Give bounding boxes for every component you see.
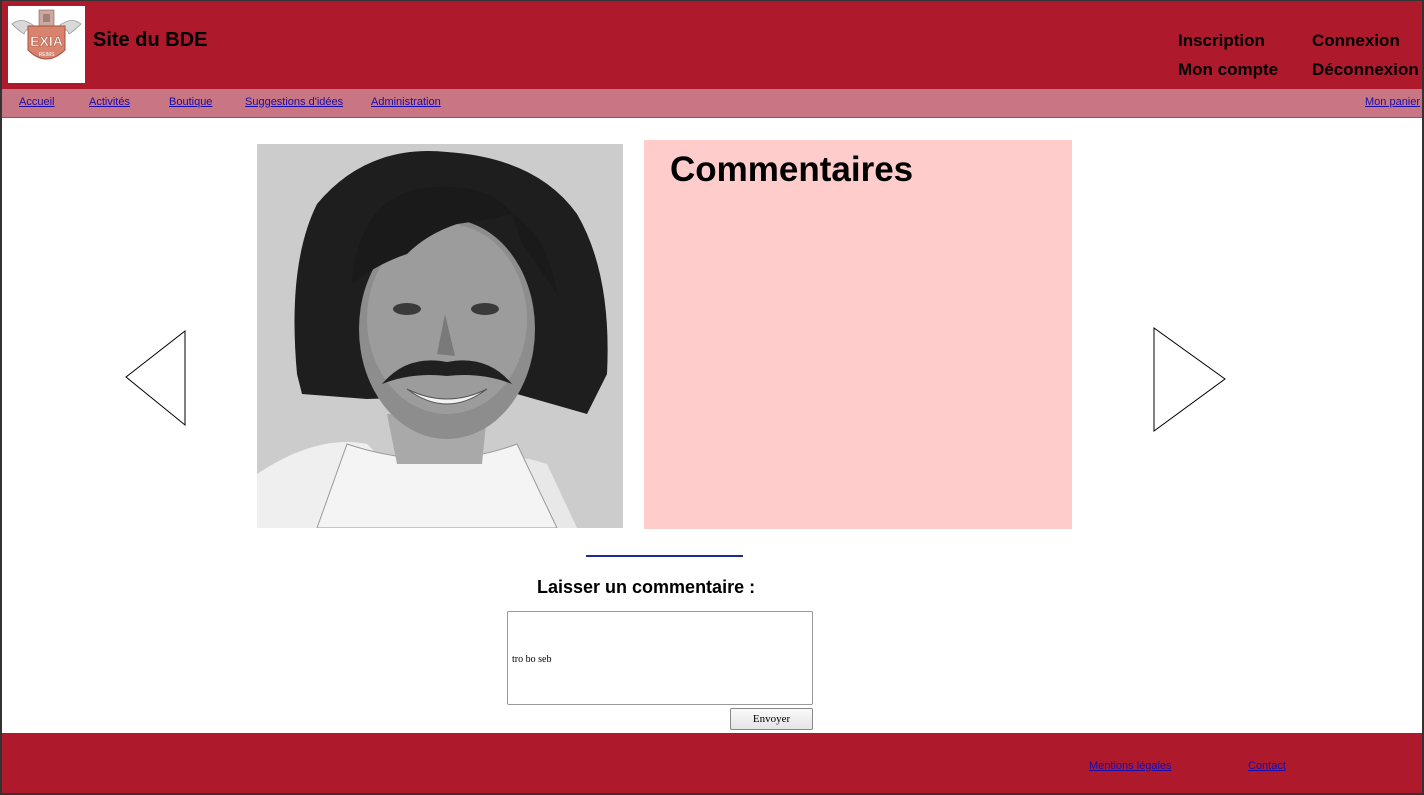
inscription-link[interactable]: Inscription [1178,31,1265,51]
main-nav: Accueil Activités Boutique Suggestions d… [2,89,1422,118]
comments-title: Commentaires [670,150,914,189]
leave-comment-label: Laisser un commentaire : [537,577,756,597]
deconnexion-link[interactable]: Déconnexion [1312,60,1419,80]
divider-line [586,555,743,557]
comment-textarea[interactable] [507,611,813,705]
comments-panel: Commentaires [644,140,1072,529]
site-title: Site du BDE [93,29,208,51]
right-arrow-icon[interactable] [1152,327,1228,433]
mon-compte-link[interactable]: Mon compte [1178,60,1278,80]
site-header: EXIA REIMS Site du BDE Inscription Conne… [2,1,1422,89]
nav-item-cart[interactable]: Mon panier [1365,96,1420,108]
portrait-photo [257,144,623,528]
nav-item-administration[interactable]: Administration [371,96,441,108]
nav-item-activites[interactable]: Activités [89,96,130,108]
logo-icon: EXIA REIMS [11,9,82,60]
contact-link[interactable]: Contact [1248,760,1286,772]
left-arrow-icon[interactable] [124,330,188,427]
mentions-legales-link[interactable]: Mentions légales [1089,760,1172,772]
activity-photo [257,144,623,528]
send-button[interactable]: Envoyer [730,708,813,730]
site-footer: Mentions légales Contact [2,733,1422,793]
logo-text: EXIA [30,33,63,49]
nav-item-suggestions[interactable]: Suggestions d'idées [245,96,343,108]
logo-subtext: REIMS [39,52,56,58]
connexion-link[interactable]: Connexion [1312,31,1400,51]
nav-item-accueil[interactable]: Accueil [19,96,54,108]
nav-item-boutique[interactable]: Boutique [169,96,212,108]
exia-logo[interactable]: EXIA REIMS [8,6,85,83]
page-frame: EXIA REIMS Site du BDE Inscription Conne… [0,0,1424,795]
